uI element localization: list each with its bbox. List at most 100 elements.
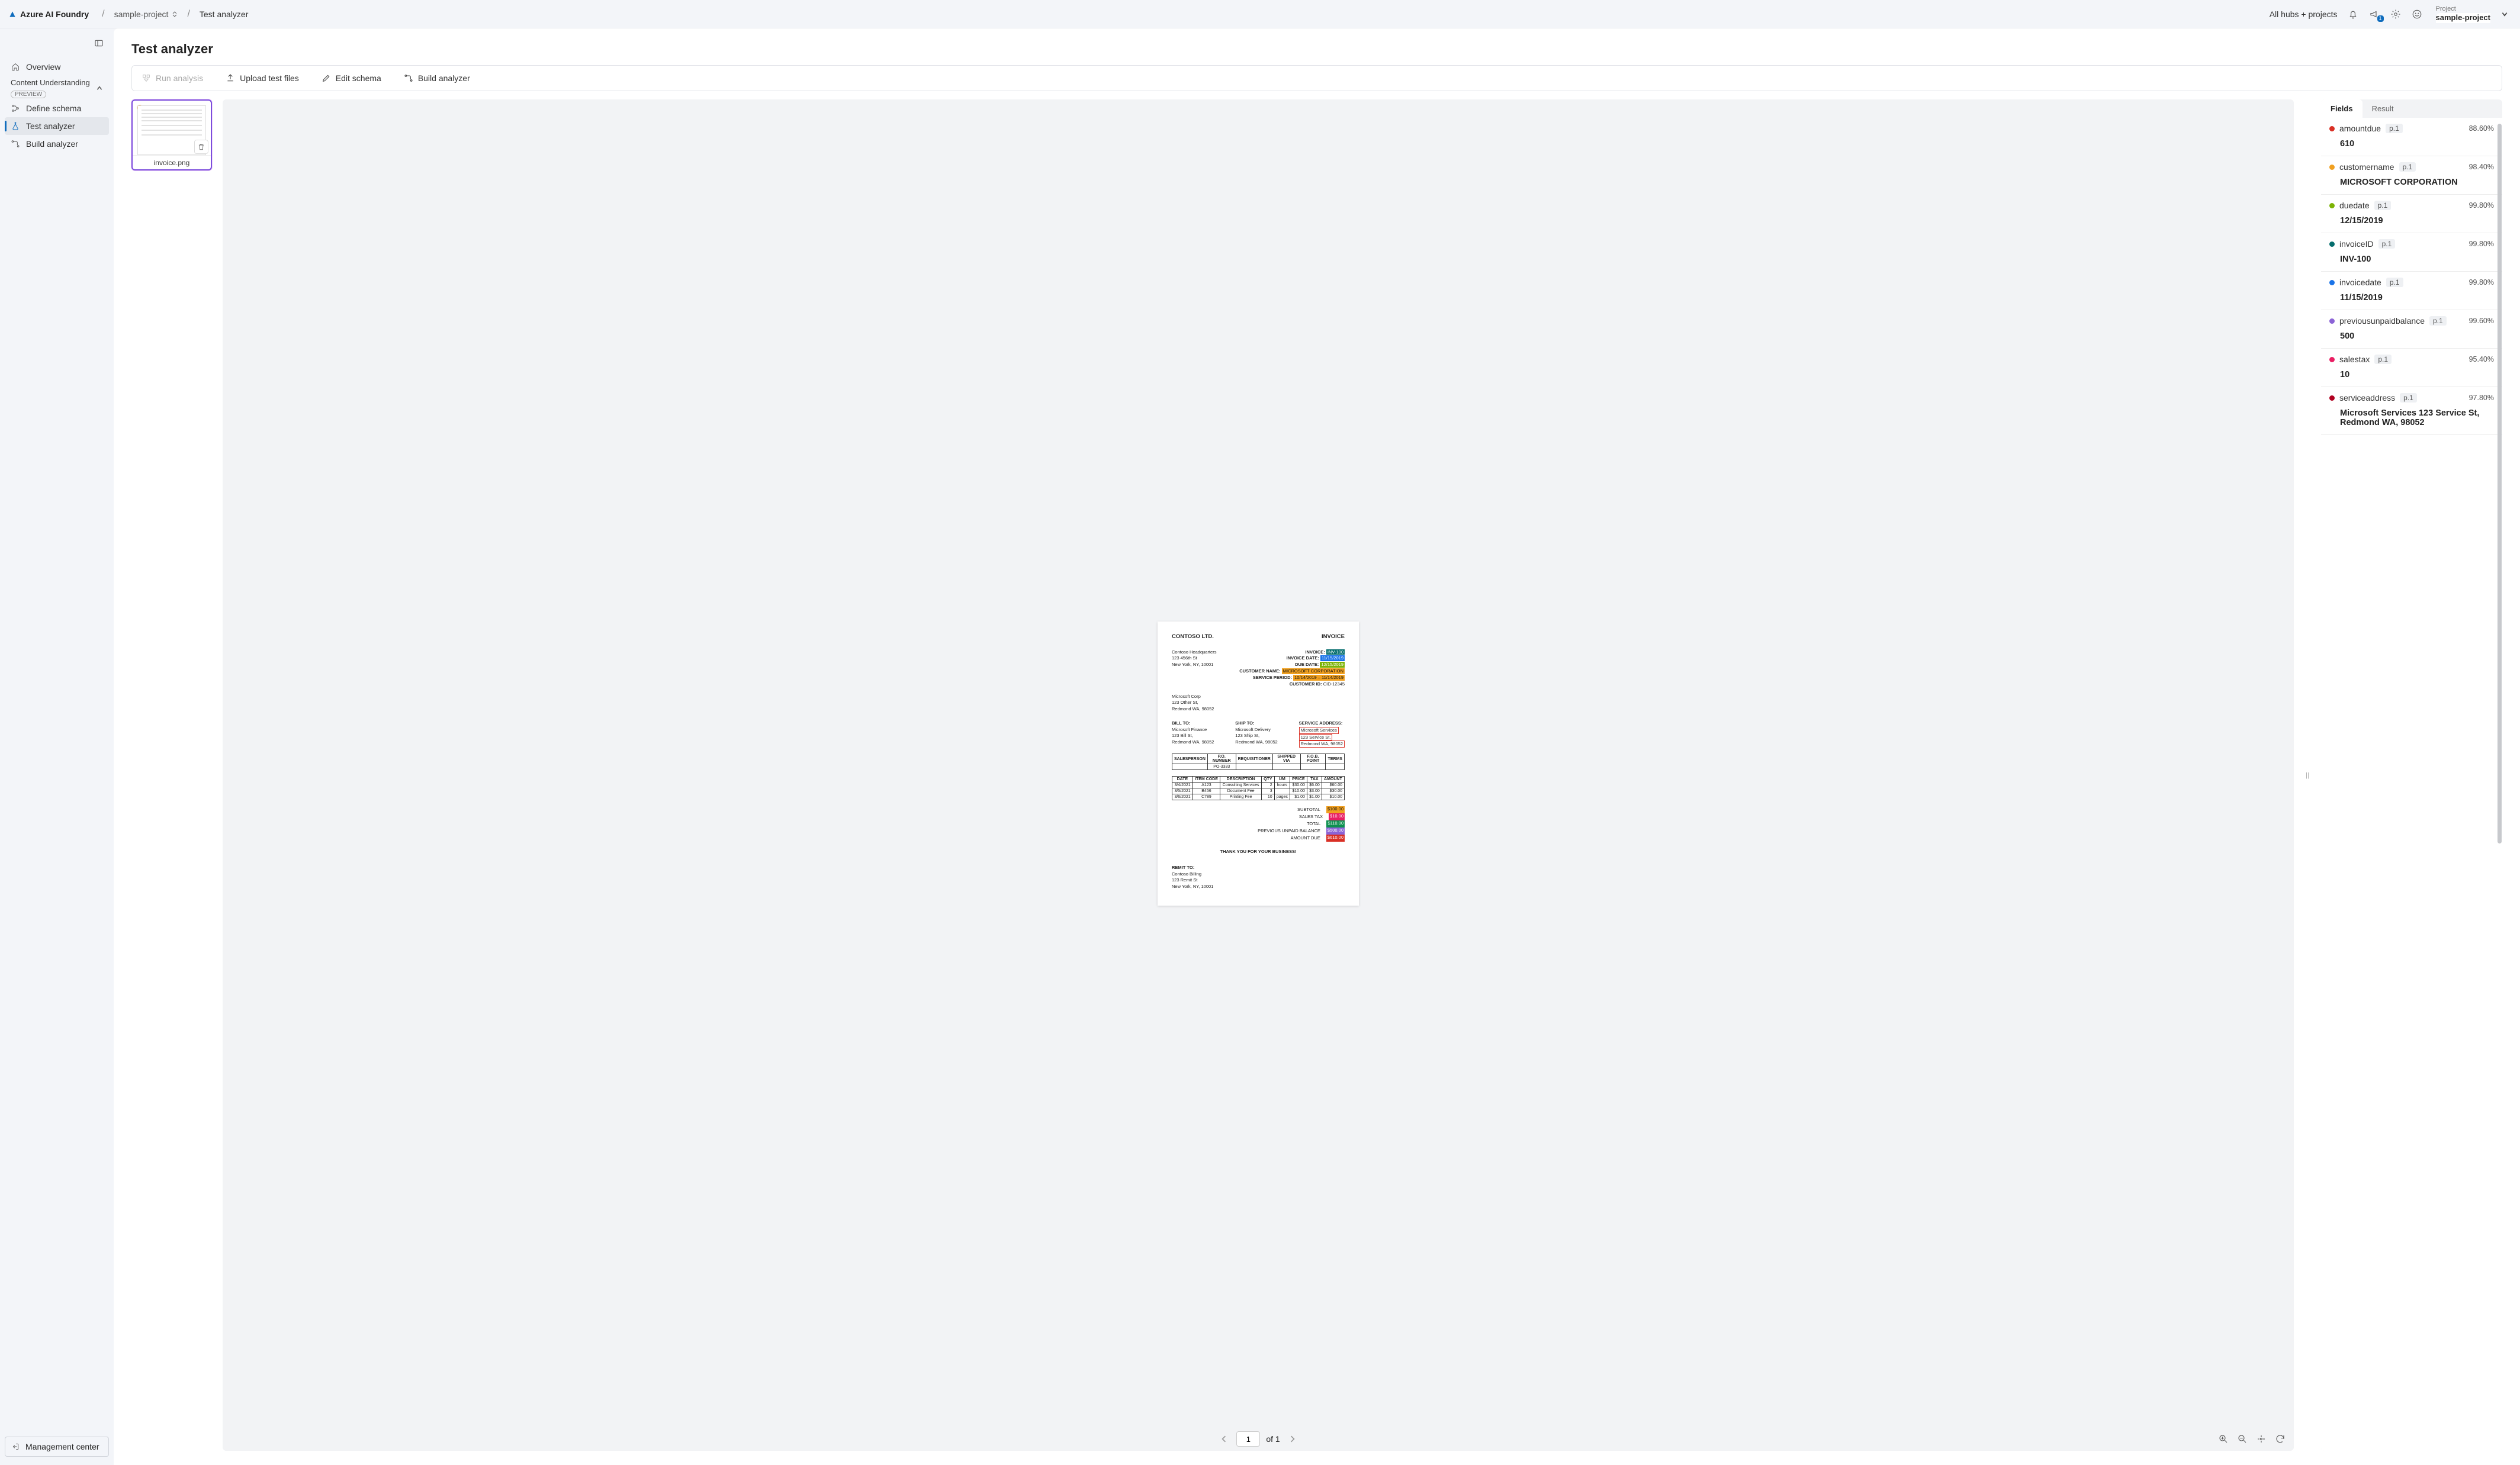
doc-company: CONTOSO LTD. [1172,633,1214,640]
field-name: invoicedate [2339,278,2381,287]
all-hubs-link[interactable]: All hubs + projects [2270,9,2338,19]
viewer-footer: of 1 [223,1427,2294,1451]
nav-overview-label: Overview [26,62,60,72]
pencil-icon [322,73,331,83]
field-color-dot [2329,280,2335,285]
main: Test analyzer Run analysis Upload test f… [114,28,2520,1465]
field-row[interactable]: amountdue p.1 88.60% 610 [2321,118,2502,156]
doc-customer-block: Microsoft Corp123 Other St,Redmond WA, 9… [1172,694,1345,713]
scrollbar[interactable] [2498,124,2502,843]
smile-icon[interactable] [2411,8,2423,20]
chevron-updown-icon [172,11,178,17]
field-page-badge: p.1 [2429,316,2447,326]
breadcrumb-project-label: sample-project [114,9,169,19]
field-name: previousunpaidbalance [2339,316,2425,326]
project-picker[interactable]: Project sample-project [2432,3,2512,25]
rotate-icon[interactable] [2275,1434,2286,1444]
field-color-dot [2329,165,2335,170]
nav-define-schema[interactable]: Define schema [5,99,109,117]
flow-icon [404,73,413,83]
bell-icon[interactable] [2347,8,2359,20]
build-analyzer-button[interactable]: Build analyzer [400,71,474,85]
preview-badge: PREVIEW [11,91,46,98]
megaphone-icon[interactable]: 1 [2368,8,2380,20]
viewer-canvas[interactable]: CONTOSO LTD. INVOICE Contoso Headquarter… [223,99,2294,1427]
toolbar: Run analysis Upload test files Edit sche… [131,65,2502,91]
field-row[interactable]: customername p.1 98.40% MICROSOFT CORPOR… [2321,156,2502,195]
nav-section-content-understanding[interactable]: Content Understanding PREVIEW [5,76,109,99]
field-color-dot [2329,203,2335,208]
upload-label: Upload test files [240,73,299,83]
field-page-badge: p.1 [2374,355,2392,364]
page-input[interactable] [1236,1431,1260,1447]
chevron-down-icon [2501,11,2508,18]
edit-schema-button[interactable]: Edit schema [318,71,385,85]
doc-table-items: DATEITEM CODEDESCRIPTIONQTYUMPRICETAXAMO… [1172,776,1345,800]
trash-icon [197,143,205,151]
doc-bill-to: BILL TO:Microsoft Finance123 Bill St,Red… [1172,720,1214,748]
upload-test-files-button[interactable]: Upload test files [222,71,303,85]
viewer-tools [2218,1434,2286,1444]
doc-service-address: SERVICE ADDRESS: Microsoft Services 123 … [1299,720,1345,748]
brand-label: Azure AI Foundry [20,9,89,19]
field-row[interactable]: serviceaddress p.1 97.80% Microsoft Serv… [2321,387,2502,435]
doc-hq: Contoso Headquarters123 456th StNew York… [1172,649,1216,688]
zoom-in-icon[interactable] [2218,1434,2229,1444]
doc-remit: REMIT TO:Contoso Billing123 Remit StNew … [1172,865,1345,890]
field-confidence: 88.60% [2469,124,2494,133]
file-thumb[interactable]: invoice.png [131,99,212,170]
flow-icon [11,139,20,149]
brand[interactable]: Azure AI Foundry [8,9,89,19]
build-analyzer-label: Build analyzer [418,73,470,83]
page-of-label: of 1 [1266,1434,1280,1444]
splitter-handle[interactable]: || [2304,99,2310,1451]
announce-badge: 1 [2377,15,2384,22]
field-value: INV-100 [2340,255,2494,264]
fit-icon[interactable] [2256,1434,2267,1444]
doc-totals: SUBTOTAL$100.00 SALES TAX$10.00 TOTAL$11… [1172,806,1345,842]
field-confidence: 99.80% [2469,201,2494,210]
nav-test-analyzer[interactable]: Test analyzer [5,117,109,135]
pager: of 1 [1217,1431,1298,1447]
schema-icon [11,104,20,113]
breadcrumb-project[interactable]: sample-project [111,8,182,21]
doc-table-po: SALESPERSONP.O. NUMBERREQUISITIONERSHIPP… [1172,754,1345,770]
field-value: 12/15/2019 [2340,216,2494,226]
delete-file-button[interactable] [194,140,208,154]
results-panel: Fields Result amountdue p.1 88.60% 610 c… [2321,99,2502,1451]
field-row[interactable]: salestax p.1 95.40% 10 [2321,349,2502,387]
run-analysis-button: Run analysis [138,71,207,85]
upload-icon [226,73,235,83]
field-confidence: 99.80% [2469,278,2494,286]
fields-list[interactable]: amountdue p.1 88.60% 610 customername p.… [2321,118,2502,1451]
field-row[interactable]: previousunpaidbalance p.1 99.60% 500 [2321,310,2502,349]
tab-result[interactable]: Result [2362,99,2403,118]
nav-build-analyzer[interactable]: Build analyzer [5,135,109,153]
logo-icon [8,10,17,18]
field-row[interactable]: invoiceID p.1 99.80% INV-100 [2321,233,2502,272]
nav-test-analyzer-label: Test analyzer [26,121,75,131]
field-name: serviceaddress [2339,393,2395,403]
doc-invoice-label: INVOICE [1322,633,1345,640]
field-value: 11/15/2019 [2340,293,2494,302]
gear-icon[interactable] [2390,8,2402,20]
collapse-sidebar-icon[interactable] [92,37,105,50]
top-bar: Azure AI Foundry / sample-project / Test… [0,0,2520,28]
file-thumb-caption: invoice.png [133,155,211,169]
field-value: 10 [2340,370,2494,379]
field-row[interactable]: invoicedate p.1 99.80% 11/15/2019 [2321,272,2502,310]
exit-icon [11,1443,20,1451]
zoom-out-icon[interactable] [2237,1434,2248,1444]
field-name: duedate [2339,201,2370,210]
nav-overview[interactable]: Overview [5,58,109,76]
chevron-up-icon [96,85,103,92]
tab-fields[interactable]: Fields [2321,99,2362,118]
field-row[interactable]: duedate p.1 99.80% 12/15/2019 [2321,195,2502,233]
page-prev-button[interactable] [1217,1432,1230,1445]
play-icon [142,73,151,83]
page-next-button[interactable] [1286,1432,1299,1445]
breadcrumb-page: Test analyzer [196,8,252,21]
nav-management-center[interactable]: Management center [5,1437,109,1457]
field-color-dot [2329,126,2335,131]
field-name: salestax [2339,355,2370,364]
